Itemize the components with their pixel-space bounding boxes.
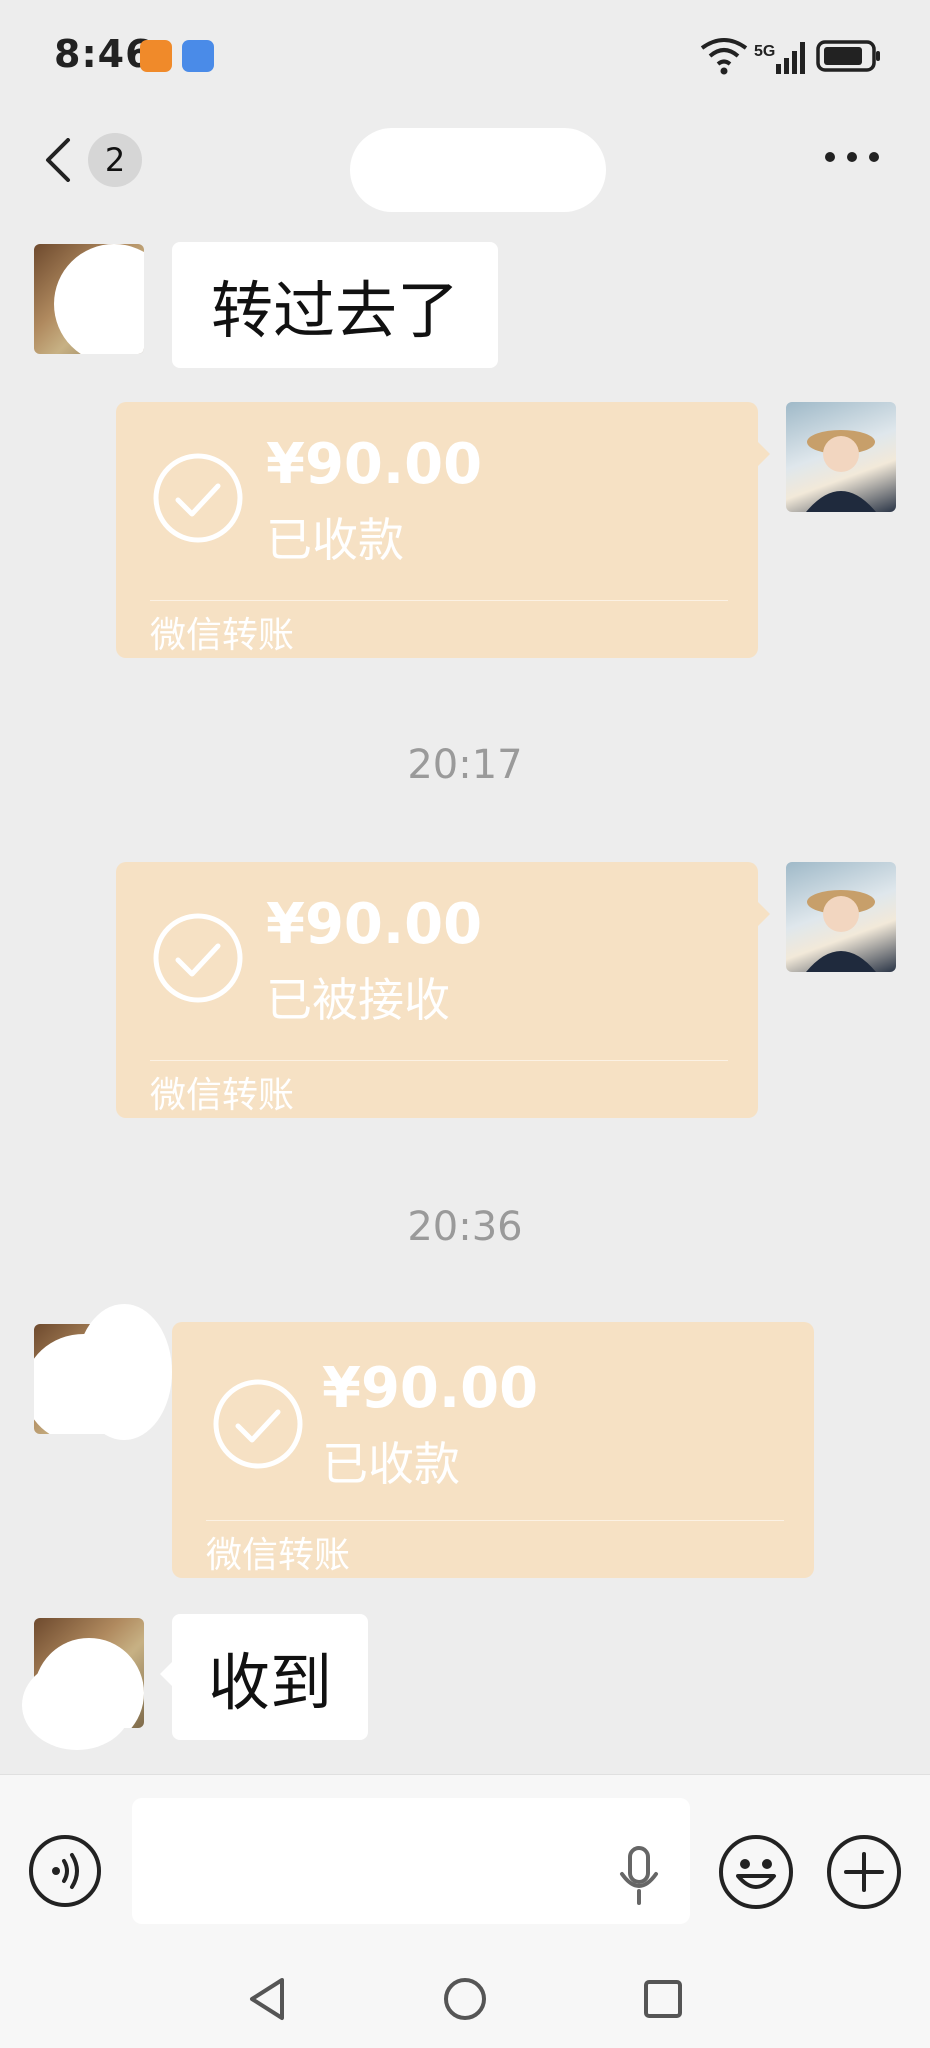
check-circle-icon (153, 453, 243, 543)
transfer-service-label: 微信转账 (150, 615, 295, 656)
self-avatar[interactable] (786, 862, 896, 972)
message-text: 收到 (207, 1646, 332, 1719)
plus-icon[interactable] (826, 1834, 902, 1910)
more-icon[interactable] (824, 150, 880, 164)
message-bubble[interactable]: 转过去了 (172, 242, 498, 368)
status-icons: 5G (700, 38, 880, 75)
transfer-card[interactable]: ¥90.00 已收款 微信转账 (172, 1322, 814, 1578)
transfer-service-label: 微信转账 (206, 1535, 351, 1576)
transfer-amount: ¥90.00 (322, 1356, 539, 1421)
status-time: 8:46 (54, 32, 153, 76)
voice-icon[interactable] (28, 1834, 102, 1908)
message-bubble[interactable]: 收到 (172, 1614, 368, 1740)
microphone-icon[interactable] (618, 1846, 660, 1906)
emoji-icon[interactable] (718, 1834, 794, 1910)
circle-home-icon[interactable] (442, 1976, 488, 2022)
chat-title (350, 128, 606, 212)
message-text: 转过去了 (210, 274, 459, 347)
square-recents-icon[interactable] (642, 1978, 684, 2020)
unread-count-badge[interactable]: 2 (88, 133, 142, 187)
divider (150, 600, 728, 601)
app-notification-icon (140, 40, 172, 72)
message-input[interactable] (132, 1798, 690, 1924)
wifi-icon (700, 38, 748, 75)
transfer-amount: ¥90.00 (266, 432, 483, 497)
network-type: 5G (754, 43, 775, 60)
triangle-back-icon[interactable] (246, 1976, 288, 2022)
person-photo (806, 890, 876, 972)
bubble-tail (160, 1662, 172, 1686)
transfer-amount: ¥90.00 (266, 892, 483, 957)
bubble-tail (758, 902, 770, 926)
divider (150, 1060, 728, 1061)
signal-icon (776, 42, 805, 74)
transfer-service-label: 微信转账 (150, 1075, 295, 1116)
timestamp: 20:36 (407, 1204, 523, 1250)
app-notification-icon-2 (182, 40, 214, 72)
bubble-tail (758, 442, 770, 466)
transfer-card[interactable]: ¥90.00 已收款 微信转账 (116, 402, 770, 658)
battery-icon (816, 40, 880, 72)
transfer-status: 已收款 (322, 1437, 460, 1491)
person-photo (806, 430, 876, 512)
redaction (22, 1660, 132, 1750)
transfer-status: 已收款 (266, 513, 404, 567)
divider (206, 1520, 784, 1521)
redaction (76, 1304, 172, 1440)
check-circle-icon (153, 913, 243, 1003)
self-avatar[interactable] (786, 402, 896, 512)
transfer-status: 已被接收 (266, 973, 450, 1027)
timestamp: 20:17 (407, 742, 523, 788)
contact-avatar[interactable] (34, 244, 144, 354)
check-circle-icon (213, 1379, 303, 1469)
chevron-left-icon[interactable] (44, 138, 72, 182)
transfer-card[interactable]: ¥90.00 已被接收 微信转账 (116, 862, 770, 1118)
